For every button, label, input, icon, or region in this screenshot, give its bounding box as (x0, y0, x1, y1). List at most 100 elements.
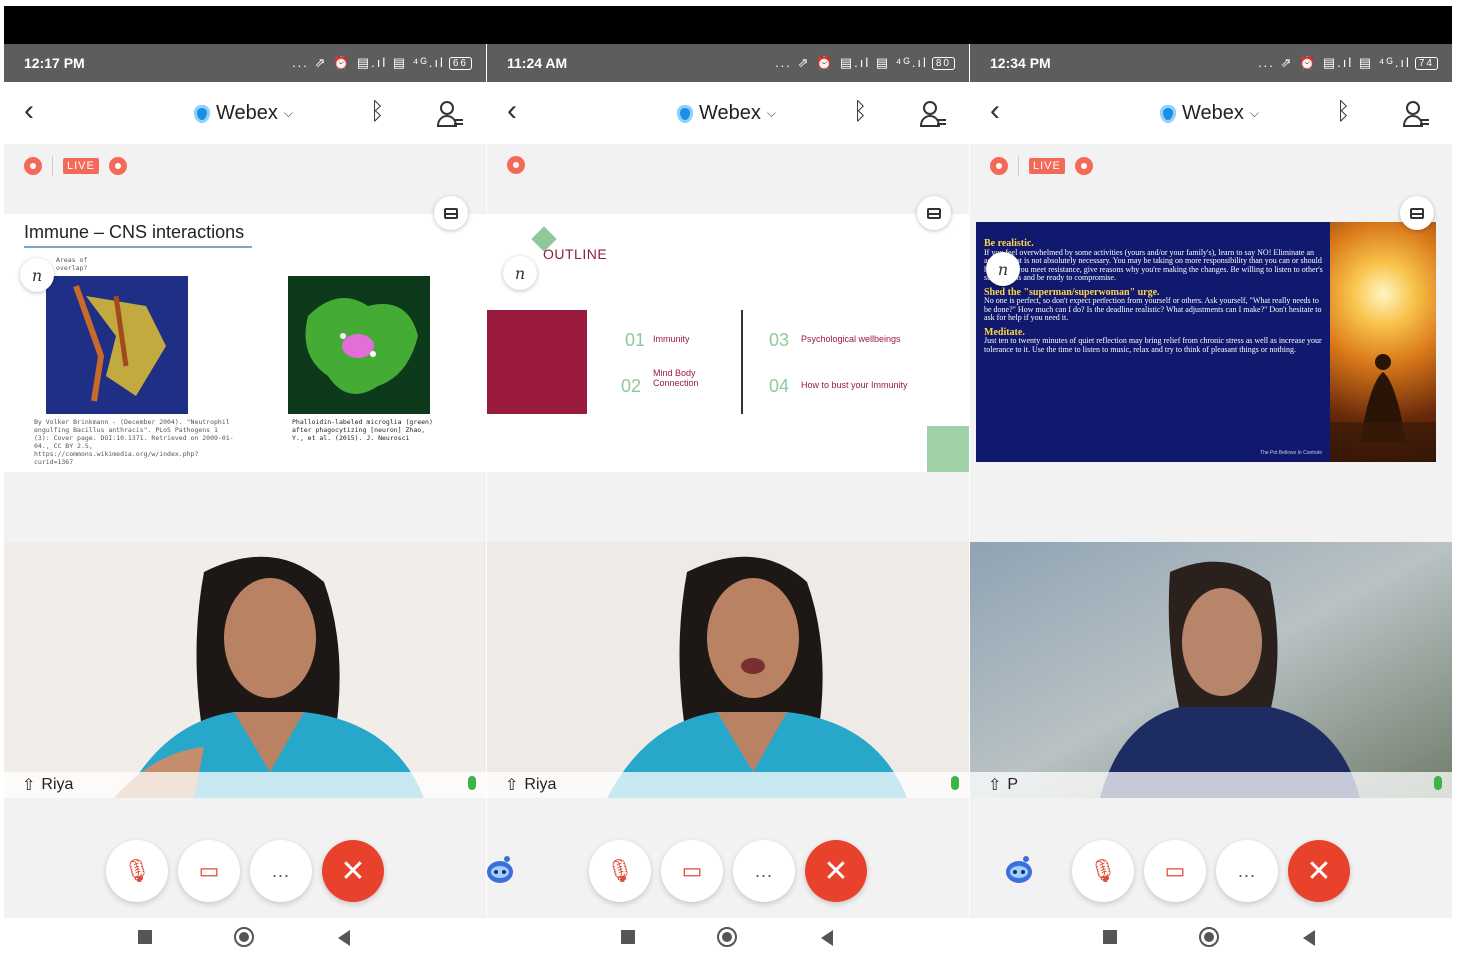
recents-icon (138, 930, 152, 944)
outline-item: Mind Body Connection (653, 368, 699, 388)
mic-active-icon (1434, 776, 1442, 790)
speaker-video (487, 542, 969, 798)
bluetooth-icon[interactable]: ᛒ (1336, 98, 1350, 126)
back-triangle-icon (821, 930, 833, 946)
recording-icon (507, 156, 525, 174)
video-button[interactable]: ▭ (178, 840, 240, 902)
nav-back-button[interactable] (338, 930, 350, 946)
chevron-down-icon: ⌵ (283, 106, 293, 120)
bluetooth-icon[interactable]: ᛒ (370, 98, 384, 126)
divider (52, 156, 53, 176)
annotate-icon[interactable]: n (503, 256, 537, 290)
layout-toggle-button[interactable] (434, 196, 468, 230)
app-header: ‹ Webex ⌵ ᛒ (4, 82, 486, 144)
tip-text: No one is perfect, so don't expect perfe… (984, 296, 1322, 322)
top-black-bar (4, 6, 1452, 44)
participants-icon[interactable] (1402, 100, 1430, 128)
nav-home-button[interactable] (1199, 927, 1219, 947)
home-icon (234, 927, 254, 947)
participants-icon[interactable] (919, 100, 947, 128)
more-button[interactable]: ... (1216, 840, 1278, 902)
annotate-icon[interactable]: n (986, 252, 1020, 286)
camera-off-icon: ▭ (1164, 858, 1186, 883)
call-controls: 🎙︎ ▭ ... ✕ (970, 840, 1452, 904)
neutrophil-image (46, 276, 188, 414)
recents-icon (1103, 930, 1117, 944)
nav-back-button[interactable] (1303, 930, 1315, 946)
back-triangle-icon (338, 930, 350, 946)
slide-heading: OUTLINE (543, 246, 608, 262)
end-call-button[interactable]: ✕ (805, 840, 867, 902)
back-icon[interactable]: ‹ (507, 96, 517, 126)
camera-off-icon: ▭ (198, 858, 220, 883)
mic-active-icon (951, 776, 959, 790)
battery-icon: 66 (448, 56, 472, 70)
meeting-title[interactable]: Webex ⌵ (677, 102, 776, 125)
call-controls: 🎙︎ ▭ ... ✕ (487, 840, 969, 904)
annotate-icon[interactable]: n (20, 258, 54, 292)
participant-name: Riya (524, 776, 557, 793)
layout-icon (927, 207, 941, 219)
close-icon: ✕ (823, 854, 849, 888)
nav-back-button[interactable] (821, 930, 833, 946)
status-bar: 12:17 PM ... ⇗ ⏰ ▤.ıl ▤ ⁴ᴳ.ıl 66 (4, 44, 486, 82)
participant-namebar: ⇧ Riya (487, 772, 969, 798)
outline-item: Psychological wellbeings (801, 334, 901, 344)
back-icon[interactable]: ‹ (990, 96, 1000, 126)
close-icon: ✕ (1306, 854, 1332, 888)
nav-recents-button[interactable] (138, 930, 152, 944)
status-bar: 11:24 AM ... ⇗ ⏰ ▤.ıl ▤ ⁴ᴳ.ıl 80 (487, 44, 969, 82)
outline-num: 04 (769, 376, 790, 396)
end-call-button[interactable]: ✕ (322, 840, 384, 902)
video-button[interactable]: ▭ (1144, 840, 1206, 902)
shared-slide: OUTLINE n 01 Immunity 02 Mind Body Conne… (487, 214, 969, 472)
nav-home-button[interactable] (234, 927, 254, 947)
decor-square (927, 426, 969, 472)
assistant-bot-icon[interactable] (1004, 854, 1034, 886)
back-icon[interactable]: ‹ (24, 96, 34, 126)
slide-footer: The Pot Bellows In Controle (1260, 450, 1322, 456)
nav-home-button[interactable] (717, 927, 737, 947)
home-icon (1199, 927, 1219, 947)
layout-toggle-button[interactable] (1400, 196, 1434, 230)
mute-button[interactable]: 🎙︎ (1072, 840, 1134, 902)
clock: 11:24 AM (507, 55, 568, 71)
call-controls: 🎙︎ ▭ ... ✕ (4, 840, 486, 904)
more-button[interactable]: ... (250, 840, 312, 902)
webex-shield-icon (194, 104, 210, 123)
app-header: ‹ Webex ⌵ ᛒ (487, 82, 969, 144)
nav-recents-button[interactable] (1103, 930, 1117, 944)
layout-icon (1410, 207, 1424, 219)
share-icon: ⇧ (22, 777, 36, 794)
phone-screen-1: 12:17 PM ... ⇗ ⏰ ▤.ıl ▤ ⁴ᴳ.ıl 66 ‹ Webex… (4, 44, 486, 918)
end-call-button[interactable]: ✕ (1288, 840, 1350, 902)
video-button[interactable]: ▭ (661, 840, 723, 902)
recents-icon (621, 930, 635, 944)
meeting-title[interactable]: Webex ⌵ (194, 102, 293, 125)
phone-screen-3: 12:34 PM ... ⇗ ⏰ ▤.ıl ▤ ⁴ᴳ.ıl 74 ‹ Webex… (970, 44, 1452, 918)
shared-slide: Be realistic. If you feel overwhelmed by… (970, 214, 1452, 472)
signal-icons: ... ⇗ ⏰ ▤.ıl ▤ ⁴ᴳ.ıl (775, 55, 928, 70)
more-icon: ... (754, 860, 773, 881)
participant-namebar: ⇧ P (970, 772, 1452, 798)
assistant-bot-icon[interactable] (487, 854, 515, 886)
tip-text: Just ten to twenty minutes of quiet refl… (984, 336, 1322, 354)
outline-item: How to bust your Immunity (801, 380, 908, 390)
mute-button[interactable]: 🎙︎ (106, 840, 168, 902)
battery-icon: 74 (1414, 56, 1438, 70)
recording-icon (24, 157, 42, 175)
more-button[interactable]: ... (733, 840, 795, 902)
caption-left: By Volker Brinkmann - (December 2004). "… (34, 418, 234, 466)
phone-screen-2: 11:24 AM ... ⇗ ⏰ ▤.ıl ▤ ⁴ᴳ.ıl 80 ‹ Webex… (487, 44, 969, 918)
nav-recents-button[interactable] (621, 930, 635, 944)
bluetooth-icon[interactable]: ᛒ (853, 98, 867, 126)
webex-shield-icon (1160, 104, 1176, 123)
mute-button[interactable]: 🎙︎ (589, 840, 651, 902)
status-bar: 12:34 PM ... ⇗ ⏰ ▤.ıl ▤ ⁴ᴳ.ıl 74 (970, 44, 1452, 82)
meeting-title[interactable]: Webex ⌵ (1160, 102, 1259, 125)
stress-tips-slide: Be realistic. If you feel overwhelmed by… (976, 222, 1436, 462)
meeting-badges: LIVE (24, 156, 127, 176)
layout-toggle-button[interactable] (917, 196, 951, 230)
mic-off-icon: 🎙︎ (1089, 858, 1117, 883)
participants-icon[interactable] (436, 100, 464, 128)
